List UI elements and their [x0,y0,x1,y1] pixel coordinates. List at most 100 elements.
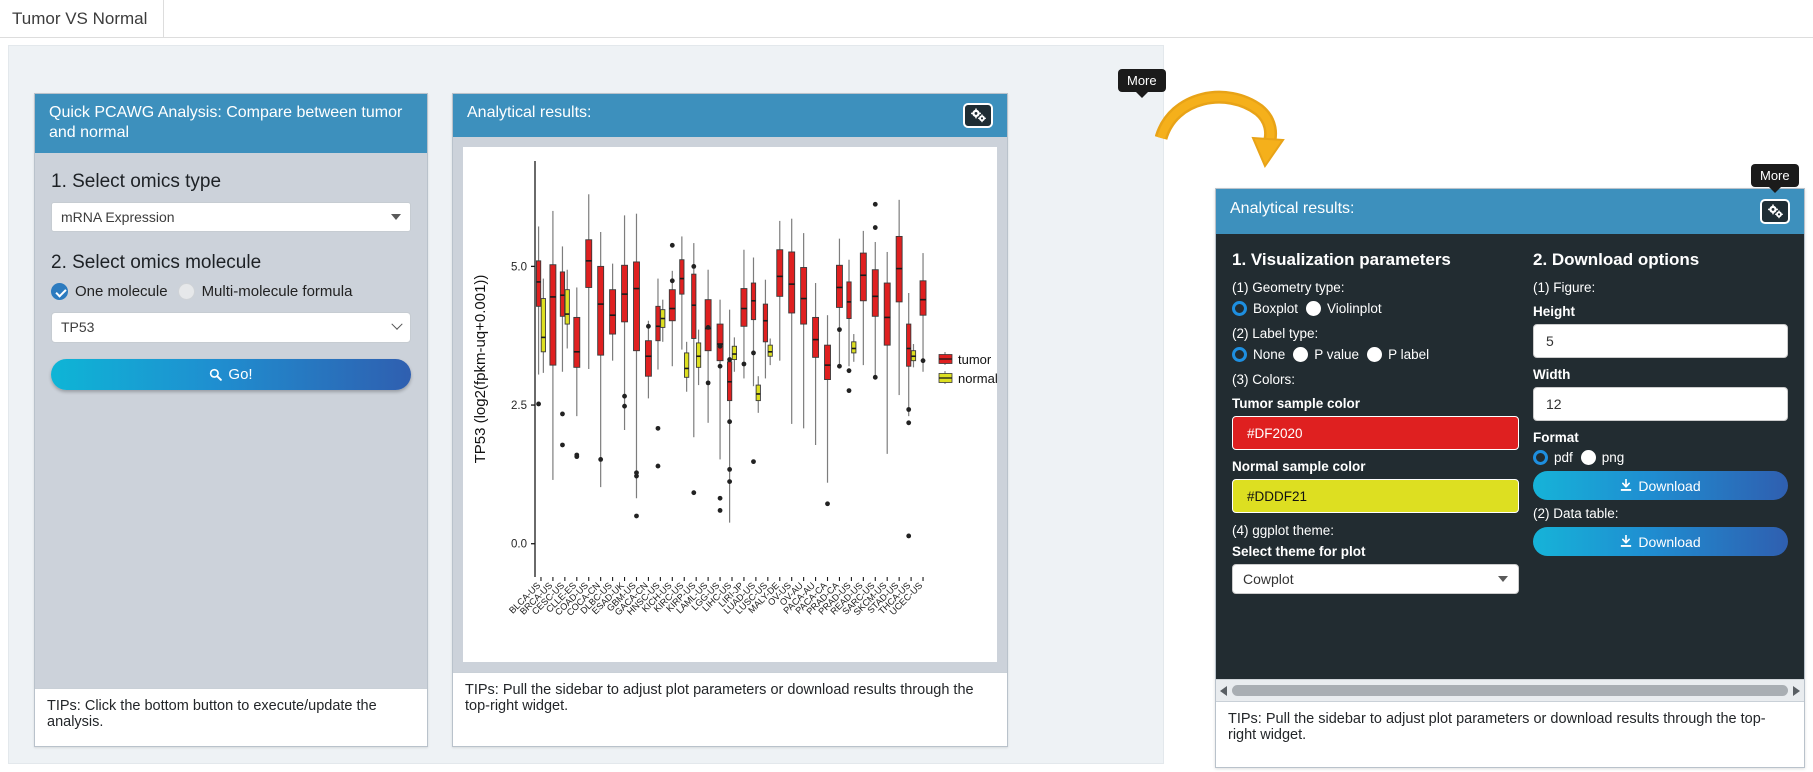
theme-value: Cowplot [1243,571,1294,587]
radio-one-molecule-label: One molecule [75,282,168,300]
go-button[interactable]: Go! [51,358,411,390]
normal-color-input[interactable]: #DDDF21 [1232,479,1519,513]
quick-analysis-title: Quick PCAWG Analysis: Compare between tu… [49,104,403,142]
radio-empty-icon [1306,301,1322,316]
svg-text:TP53 (log2(fpkm-uq+0.001)): TP53 (log2(fpkm-uq+0.001)) [472,275,489,464]
download-figure-button[interactable]: Download [1533,471,1788,500]
radio-empty-icon [1367,347,1383,362]
label-type-label: (2) Label type: [1232,326,1319,341]
viz-heading: 1. Visualization parameters [1232,250,1451,269]
radio-selected-icon [1533,450,1548,465]
radio-label-plabel[interactable]: P label [1367,347,1429,362]
radio-label-pvalue[interactable]: P value [1293,347,1359,362]
analytical-results-tips: TIPs: Pull the sidebar to adjust plot pa… [453,672,1007,723]
scroll-left-icon[interactable] [1220,685,1227,696]
radio-label-pvalue-label: P value [1314,347,1360,362]
geometry-type-label: (1) Geometry type: [1232,280,1345,295]
quick-analysis-body: 1. Select omics type mRNA Expression 2. … [35,152,427,688]
radio-multi-molecule[interactable]: Multi-molecule formula [177,282,352,300]
more-settings-button[interactable] [963,103,993,128]
svg-text:normal: normal [958,371,998,386]
radio-format-pdf-label: pdf [1554,450,1573,465]
gears-icon [1767,204,1783,219]
radio-label-none-label: None [1253,347,1286,362]
radio-selected-icon [1232,347,1247,362]
tab-strip: Tumor VS Normal [0,0,1813,38]
molecule-value: TP53 [61,319,95,336]
radio-empty-icon [177,282,195,300]
horizontal-scrollbar[interactable] [1216,679,1804,701]
radio-selected-icon [1232,301,1247,316]
svg-text:0.0: 0.0 [511,539,527,551]
theme-select[interactable]: Cowplot [1232,564,1519,594]
download-options-column: 2. Download options (1) Figure: Height 5… [1533,250,1788,679]
download-figure-label: Download [1638,477,1701,494]
omics-type-value: mRNA Expression [61,208,175,225]
search-icon [210,368,223,381]
settings-drawer-header: Analytical results: [1216,189,1804,234]
settings-drawer-tips: TIPs: Pull the sidebar to adjust plot pa… [1216,701,1804,752]
width-label: Width [1533,367,1571,382]
scroll-thumb[interactable] [1232,685,1788,696]
radio-empty-icon [1293,347,1309,362]
page-body: Quick PCAWG Analysis: Compare between tu… [0,38,1813,772]
width-input[interactable]: 12 [1533,387,1788,421]
chevron-down-icon [1498,576,1508,582]
step1-title: 1. Select omics type [51,170,222,192]
radio-label-plabel-label: P label [1388,347,1430,362]
label-type-radio-group: None P value P label [1232,347,1519,362]
svg-text:5.0: 5.0 [511,261,527,273]
radio-empty-icon [1580,450,1596,465]
figure-label: (1) Figure: [1533,280,1596,295]
radio-label-none[interactable]: None [1232,347,1285,362]
go-button-label: Go! [228,365,253,383]
analytical-results-title: Analytical results: [467,104,592,121]
format-label: Format [1533,430,1579,445]
normal-color-label: Normal sample color [1232,459,1366,474]
height-label: Height [1533,304,1575,319]
radio-format-png[interactable]: png [1580,450,1624,465]
pointer-arrow-icon [1155,90,1285,169]
radio-boxplot-label: Boxplot [1253,301,1299,316]
radio-violinplot-label: Violinplot [1327,301,1382,316]
download-icon [1621,535,1632,547]
height-input[interactable]: 5 [1533,324,1788,358]
radio-boxplot[interactable]: Boxplot [1232,301,1298,316]
tab-tumor-vs-normal[interactable]: Tumor VS Normal [0,0,165,37]
quick-analysis-header: Quick PCAWG Analysis: Compare between tu… [35,94,427,153]
molecule-mode-radio-group: One molecule Multi-molecule formula [51,282,411,300]
radio-one-molecule[interactable]: One molecule [51,282,168,300]
step2-title: 2. Select omics molecule [51,251,262,273]
ggplot-theme-label: (4) ggplot theme: [1232,523,1335,538]
chevron-down-icon [391,213,401,220]
download-table-button[interactable]: Download [1533,527,1788,556]
chevron-down-icon [391,318,403,331]
scroll-right-icon[interactable] [1793,685,1800,696]
svg-text:tumor: tumor [958,352,992,367]
width-value: 12 [1546,396,1562,412]
more-settings-button-right[interactable] [1760,199,1790,224]
radio-format-pdf[interactable]: pdf [1533,450,1573,465]
omics-type-select[interactable]: mRNA Expression [51,201,411,232]
colors-label: (3) Colors: [1232,372,1296,387]
tumor-color-value: #DF2020 [1247,425,1303,441]
analytical-results-body: 0.0 2.5 5.0 TP53 (log2(fpkm-uq+0.001)) BLCA-… [453,137,1007,672]
quick-analysis-panel: Quick PCAWG Analysis: Compare between tu… [34,93,428,747]
height-value: 5 [1546,333,1554,349]
analytical-results-header: Analytical results: [453,94,1007,137]
tumor-color-input[interactable]: #DF2020 [1232,416,1519,450]
gears-icon [970,108,986,123]
radio-check-icon [51,282,68,300]
visualization-parameters-column: 1. Visualization parameters (1) Geometry… [1232,250,1533,679]
more-tooltip-right: More [1751,164,1799,193]
boxplot-svg: 0.02.55.0TP53 (log2(fpkm-uq+0.001))BLCA-… [472,161,998,618]
format-radio-group: pdf png [1533,450,1788,465]
settings-drawer-panel: Analytical results: 1. Visualization par… [1215,188,1805,768]
molecule-select[interactable]: TP53 [51,311,411,343]
settings-drawer-title: Analytical results: [1230,200,1355,217]
download-icon [1621,479,1632,491]
normal-color-value: #DDDF21 [1247,488,1308,504]
tumor-color-label: Tumor sample color [1232,396,1361,411]
more-tooltip-right-label: More [1760,168,1790,183]
radio-violinplot[interactable]: Violinplot [1306,301,1382,316]
